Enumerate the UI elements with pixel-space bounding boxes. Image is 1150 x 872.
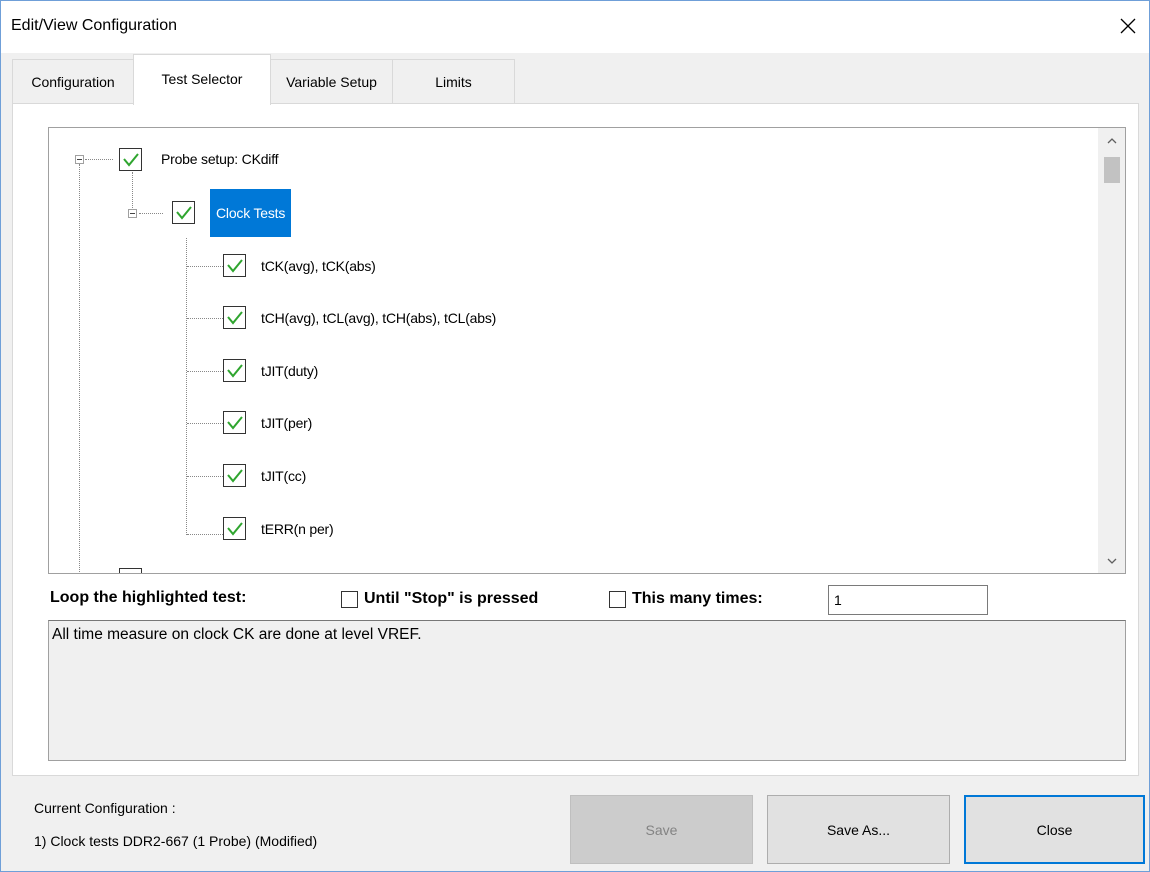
test-terr-label[interactable]: tERR(n per) [261, 521, 334, 537]
next-probe-setup-checkbox[interactable] [119, 568, 142, 573]
test-tjit-duty-checkbox[interactable] [223, 359, 246, 382]
tab-configuration[interactable]: Configuration [12, 59, 134, 104]
test-description: All time measure on clock CK are done at… [48, 620, 1126, 761]
test-tree[interactable]: Probe setup: CKdiff Clock Tests tCK(avg)… [48, 127, 1126, 574]
tab-variable-setup-label: Variable Setup [286, 74, 377, 90]
edit-view-configuration-window: Edit/View Configuration Configuration Te… [0, 0, 1150, 872]
tab-configuration-label: Configuration [31, 74, 115, 90]
probe-setup-label[interactable]: Probe setup: CKdiff [161, 151, 279, 167]
save-as-button[interactable]: Save As... [767, 795, 950, 864]
close-button[interactable]: Close [964, 795, 1145, 864]
scroll-thumb[interactable] [1104, 157, 1120, 183]
tab-limits[interactable]: Limits [392, 59, 515, 104]
tree-connector-test-h [187, 266, 223, 267]
until-stop-label[interactable]: Until "Stop" is pressed [364, 590, 538, 608]
tree-connector-test-h [187, 371, 223, 372]
many-times-checkbox[interactable] [609, 591, 626, 608]
test-tjit-cc-checkbox[interactable] [223, 464, 246, 487]
close-window-button[interactable] [1111, 9, 1145, 43]
collapse-clock-tests-toggle[interactable] [128, 209, 137, 218]
test-description-text: All time measure on clock CK are done at… [52, 626, 422, 643]
test-tck-checkbox[interactable] [223, 254, 246, 277]
close-button-label: Close [1036, 821, 1073, 838]
test-tjit-per-label[interactable]: tJIT(per) [261, 415, 312, 431]
save-as-button-label: Save As... [826, 821, 891, 838]
checkmark-icon [176, 206, 192, 220]
tree-connector-group [132, 172, 133, 208]
tree-connector-test-h [187, 476, 223, 477]
tab-limits-label: Limits [435, 74, 472, 90]
tree-connector-group-h [139, 213, 163, 214]
title-bar: Edit/View Configuration [1, 1, 1149, 53]
tree-connector-root [79, 164, 80, 573]
clock-tests-checkbox[interactable] [172, 201, 195, 224]
tree-vertical-scrollbar[interactable] [1098, 128, 1125, 573]
clock-tests-label[interactable]: Clock Tests [210, 189, 292, 237]
until-stop-checkbox[interactable] [341, 591, 358, 608]
test-tch-tcl-checkbox[interactable] [223, 306, 246, 329]
chevron-up-icon [1107, 137, 1116, 143]
checkmark-icon [227, 469, 243, 483]
checkmark-icon [227, 259, 243, 273]
checkmark-icon [123, 153, 139, 167]
tree-connector-root-h [85, 159, 113, 160]
close-icon [1120, 18, 1136, 34]
loop-label: Loop the highlighted test: [50, 589, 247, 606]
tree-connector-tests [186, 238, 187, 535]
test-selector-panel: Probe setup: CKdiff Clock Tests tCK(avg)… [12, 103, 1139, 776]
checkmark-icon [227, 364, 243, 378]
scroll-up-button[interactable] [1098, 128, 1125, 152]
checkmark-icon [227, 522, 243, 536]
test-tck-label[interactable]: tCK(avg), tCK(abs) [261, 258, 376, 274]
test-terr-checkbox[interactable] [223, 517, 246, 540]
checkmark-icon [227, 416, 243, 430]
test-tjit-cc-label[interactable]: tJIT(cc) [261, 468, 306, 484]
test-tjit-duty-label[interactable]: tJIT(duty) [261, 363, 318, 379]
chevron-down-icon [1107, 558, 1116, 564]
test-tch-tcl-label[interactable]: tCH(avg), tCL(avg), tCH(abs), tCL(abs) [261, 310, 496, 326]
tab-test-selector[interactable]: Test Selector [133, 54, 271, 105]
save-button-label: Save [645, 821, 678, 838]
test-tjit-per-checkbox[interactable] [223, 411, 246, 434]
tree-connector-test-h [187, 318, 223, 319]
save-button[interactable]: Save [570, 795, 753, 864]
tab-variable-setup[interactable]: Variable Setup [270, 59, 393, 104]
probe-setup-checkbox[interactable] [119, 148, 142, 171]
tree-connector-test-h [187, 423, 223, 424]
tab-test-selector-label: Test Selector [161, 71, 243, 87]
window-title: Edit/View Configuration [11, 17, 178, 34]
loop-count-input[interactable] [828, 585, 988, 615]
tree-connector-test-h [187, 534, 223, 535]
scroll-down-button[interactable] [1098, 549, 1125, 573]
current-configuration-title: Current Configuration : [34, 800, 176, 816]
many-times-label[interactable]: This many times: [632, 590, 763, 608]
checkmark-icon [227, 311, 243, 325]
current-configuration-value: 1) Clock tests DDR2-667 (1 Probe) (Modif… [34, 833, 318, 849]
collapse-probe-setup-toggle[interactable] [75, 155, 84, 164]
